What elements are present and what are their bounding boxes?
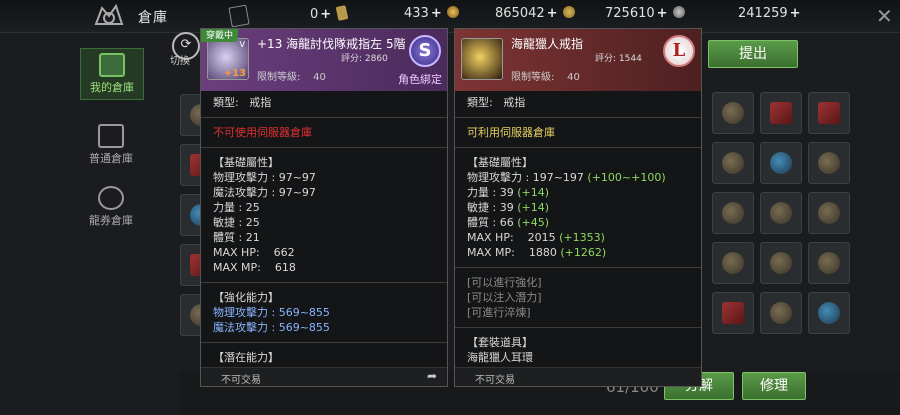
- stat-line: 敏捷 : 25: [213, 216, 260, 229]
- box-icon: [99, 53, 125, 77]
- stat-line: 力量 : 39 (+14): [467, 186, 549, 199]
- level-requirement: 限制等級: 40: [511, 72, 580, 83]
- grid-slot[interactable]: [712, 292, 754, 334]
- currency-5: 241259 +: [738, 6, 801, 21]
- storage-icon: [98, 124, 124, 148]
- grade-l-icon: L: [663, 35, 695, 67]
- set-items-header: 【套裝道具】: [467, 336, 533, 349]
- tooltip-footer: 不可交易: [455, 367, 701, 386]
- ring-icon: V +13: [207, 38, 249, 80]
- stat-line: 體質 : 21: [213, 231, 260, 244]
- close-icon[interactable]: ✕: [876, 4, 893, 28]
- item-type: 類型: 戒指: [467, 96, 526, 109]
- server-storage-note: 不可使用伺服器倉庫: [213, 126, 312, 139]
- potential-note: [可以注入潛力]: [467, 291, 542, 304]
- grid-slot[interactable]: [712, 142, 754, 184]
- trade-status: 不可交易: [221, 375, 261, 386]
- grade-s-icon: S: [409, 35, 441, 67]
- item-score: 評分: 2860: [341, 54, 388, 64]
- ring-icon: [461, 38, 503, 80]
- item-score: 評分: 1544: [595, 54, 642, 64]
- add-currency-2-button[interactable]: +: [431, 6, 442, 21]
- stat-line: 力量 : 25: [213, 201, 260, 214]
- stat-line: 魔法攻擊力 : 97~97: [213, 186, 316, 199]
- grid-slot[interactable]: [712, 92, 754, 134]
- gem-icon: [446, 6, 459, 18]
- compare-item-tooltip: 海龍獵人戒指 評分: 1544 限制等級: 40 L 類型: 戒指 可利用伺服器…: [454, 28, 702, 387]
- swap-label: 切換: [170, 56, 190, 67]
- currency-4: 725610 +: [605, 6, 685, 21]
- stat-line: 敏捷 : 39 (+14): [467, 201, 549, 214]
- item-type: 類型: 戒指: [213, 96, 272, 109]
- repair-button[interactable]: 修理: [742, 372, 806, 400]
- grid-slot[interactable]: [808, 92, 850, 134]
- currency-1: 0 +: [310, 5, 349, 22]
- refine-note: [可進行淬煉]: [467, 306, 531, 319]
- equipped-badge: 穿戴中: [201, 29, 239, 42]
- add-currency-1-button[interactable]: +: [320, 7, 331, 22]
- add-currency-4-button[interactable]: +: [657, 6, 668, 21]
- enhance-line: 物理攻擊力 : 569~855: [213, 306, 330, 319]
- shortcut-icon[interactable]: [228, 4, 250, 28]
- stat-line: MAX MP: 1880 (+1262): [467, 246, 607, 259]
- stat-line: MAX MP: 618: [213, 261, 296, 274]
- base-stats-header: 【基礎屬性】: [213, 156, 279, 169]
- enhance-header: 【強化能力】: [213, 291, 279, 304]
- grid-slot[interactable]: [712, 192, 754, 234]
- tooltip-header: 海龍獵人戒指 評分: 1544 限制等級: 40 L: [455, 29, 701, 91]
- item-name: +13 海龍討伐隊戒指左 5階: [257, 37, 406, 51]
- grid-slot[interactable]: [760, 242, 802, 284]
- nav-my-storage[interactable]: 我的倉庫: [80, 48, 144, 100]
- grid-slot[interactable]: [808, 192, 850, 234]
- gold-coin-icon: [562, 6, 575, 18]
- stat-line: MAX HP: 662: [213, 246, 295, 259]
- potential-header: 【潛在能力】: [213, 351, 279, 364]
- top-bar: 倉庫 0 + 433 + 865042 + 725610 + 241259 + ✕: [0, 0, 900, 33]
- set-item: 海龍獵人耳環: [467, 351, 533, 364]
- enhance-note: [可以進行強化]: [467, 276, 542, 289]
- share-icon[interactable]: ➦: [427, 369, 437, 383]
- stat-line: 物理攻擊力 : 197~197 (+100~+100): [467, 171, 666, 184]
- silver-coin-icon: [672, 6, 685, 18]
- nav-dragon-coupon-storage[interactable]: 龍券倉庫: [80, 182, 142, 232]
- add-currency-5-button[interactable]: +: [790, 6, 801, 21]
- storage-grid-right: [712, 92, 850, 334]
- tooltip-footer: 不可交易 ➦: [201, 367, 447, 386]
- grid-slot[interactable]: [808, 292, 850, 334]
- add-currency-3-button[interactable]: +: [547, 6, 558, 21]
- coupon-icon: [98, 186, 124, 210]
- server-storage-note: 可利用伺服器倉庫: [467, 126, 555, 139]
- page-title: 倉庫: [138, 10, 168, 26]
- enhance-line: 魔法攻擊力 : 569~855: [213, 321, 330, 334]
- grid-slot[interactable]: [808, 142, 850, 184]
- nav-normal-storage[interactable]: 普通倉庫: [80, 120, 142, 170]
- trade-status: 不可交易: [475, 375, 515, 386]
- grid-slot[interactable]: [760, 292, 802, 334]
- stat-line: 物理攻擊力 : 97~97: [213, 171, 316, 184]
- base-stats-header: 【基礎屬性】: [467, 156, 533, 169]
- item-name: 海龍獵人戒指: [511, 37, 584, 51]
- withdraw-button[interactable]: 提出: [708, 40, 798, 68]
- currency-3: 865042 +: [495, 6, 575, 21]
- grid-slot[interactable]: [760, 92, 802, 134]
- grid-slot[interactable]: [760, 192, 802, 234]
- grid-slot[interactable]: [712, 242, 754, 284]
- tooltip-header: V +13 穿戴中 +13 海龍討伐隊戒指左 5階 評分: 2860 限制等級:…: [201, 29, 447, 91]
- equipped-item-tooltip: V +13 穿戴中 +13 海龍討伐隊戒指左 5階 評分: 2860 限制等級:…: [200, 28, 448, 387]
- warehouse-logo-icon: [94, 3, 124, 25]
- currency-2: 433 +: [404, 6, 459, 21]
- grid-slot[interactable]: [760, 142, 802, 184]
- bind-status: 角色綁定: [398, 73, 442, 86]
- level-requirement: 限制等級: 40: [257, 72, 326, 83]
- stat-line: 體質 : 66 (+45): [467, 216, 549, 229]
- grid-slot[interactable]: [808, 242, 850, 284]
- stat-line: MAX HP: 2015 (+1353): [467, 231, 605, 244]
- ticket-icon: [335, 5, 349, 21]
